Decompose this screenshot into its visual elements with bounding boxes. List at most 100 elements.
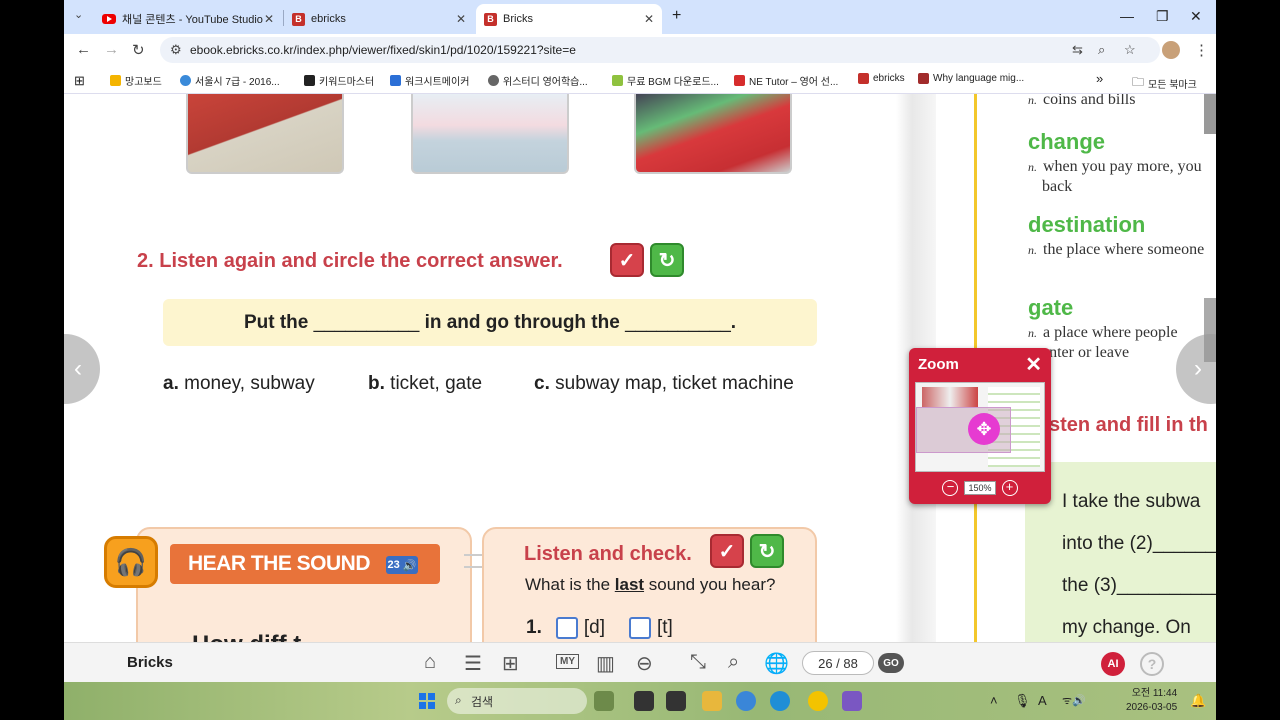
tab-search-icon[interactable]: ⌄ xyxy=(74,8,83,21)
move-icon[interactable]: ✥ xyxy=(968,413,1000,445)
translate-icon[interactable]: ⇆ xyxy=(1072,42,1083,58)
bookmark-icon xyxy=(110,75,121,86)
ime-icon[interactable]: A xyxy=(1038,693,1047,708)
windows-start-icon[interactable] xyxy=(419,693,435,709)
fit-screen-icon[interactable]: ⤡ xyxy=(690,651,706,674)
bookmark-item[interactable]: NE Tutor – 영어 선... xyxy=(734,73,838,88)
definition-change: n. when you pay more, you xyxy=(1028,158,1202,175)
audio-track-button[interactable]: 23 🔊 xyxy=(386,556,418,574)
vocab-word-change: change xyxy=(1028,129,1106,154)
reset-button[interactable]: ↻ xyxy=(750,534,784,568)
tab-bricks[interactable]: B Bricks ✕ xyxy=(476,4,662,34)
web-search-icon[interactable]: 🌐 xyxy=(764,651,789,676)
definition-gate-line2: enter or leave xyxy=(1042,344,1130,361)
taskbar-search[interactable]: ⌕ 검색 xyxy=(447,688,587,714)
zoom-minus-icon[interactable]: ⊖ xyxy=(636,651,653,676)
system-clock[interactable]: 오전 11:44 2026-03-05 xyxy=(1126,687,1177,715)
tab-youtube-studio[interactable]: 채널 콘텐츠 - YouTube Studio ✕ xyxy=(94,4,282,34)
listen-and-check-title: Listen and check. xyxy=(524,543,692,565)
page-number-input[interactable]: 26 / 88 xyxy=(802,651,874,675)
kakaotalk-icon[interactable] xyxy=(808,691,828,711)
notification-icon[interactable]: 🔔 xyxy=(1190,693,1206,709)
minimize-icon[interactable]: — xyxy=(1120,8,1134,24)
check-answer-button[interactable]: ✓ xyxy=(710,534,744,568)
checkbox-t[interactable] xyxy=(628,617,651,639)
windows-taskbar: ⌕ 검색 ˄ 🎙 A ᯤ🔊 오전 11:44 2026-03-05 🔔 xyxy=(64,682,1216,720)
ai-button[interactable]: AI xyxy=(1101,652,1125,676)
zoom-out-button[interactable]: − xyxy=(942,480,959,496)
list-menu-icon[interactable]: ☰ xyxy=(464,651,482,676)
reset-button[interactable]: ↻ xyxy=(650,243,684,277)
help-icon[interactable]: ? xyxy=(1140,652,1164,676)
address-bar[interactable]: ⚙ ebook.ebricks.co.kr/index.php/viewer/f… xyxy=(160,37,1160,63)
bookmark-item[interactable]: 무료 BGM 다운로드... xyxy=(612,73,719,88)
bookmarks-more[interactable]: » xyxy=(1096,71,1103,86)
bookmark-item[interactable]: 위스터디 영어학습... xyxy=(488,73,588,88)
headphones-icon[interactable]: 🎧 xyxy=(104,536,158,588)
close-icon[interactable]: ✕ xyxy=(456,12,466,26)
close-icon[interactable]: ✕ xyxy=(644,12,654,26)
bookmark-item[interactable]: 키워드마스터 xyxy=(304,73,374,88)
book-icon[interactable]: ▥ xyxy=(596,651,615,676)
new-tab-icon[interactable]: + xyxy=(672,7,681,25)
bookmark-item[interactable]: 서울시 7급 - 2016... xyxy=(180,73,280,88)
file-explorer-icon[interactable] xyxy=(702,691,722,711)
option-b[interactable]: b. ticket, gate xyxy=(368,373,482,395)
zoom-in-button[interactable]: + xyxy=(1001,480,1018,496)
thumbnail-content xyxy=(922,387,978,407)
tab-label: 채널 콘텐츠 - YouTube Studio xyxy=(122,14,263,26)
forward-icon[interactable]: → xyxy=(104,41,119,58)
chrome-icon[interactable] xyxy=(736,691,756,711)
profile-avatar[interactable] xyxy=(1162,41,1180,59)
last-sound-question: What is the last sound you hear? xyxy=(525,575,776,594)
app-icon[interactable] xyxy=(634,691,654,711)
item-1: 1. [d] [t] xyxy=(526,617,673,639)
app-icon[interactable] xyxy=(842,691,862,711)
zoom-panel[interactable]: Zoom ✕ ✥ − 150% + xyxy=(909,348,1051,504)
search-text-icon[interactable]: ⌕ xyxy=(728,651,739,674)
illustration-bus xyxy=(634,94,792,174)
close-icon[interactable]: ✕ xyxy=(264,12,274,26)
go-button[interactable]: GO xyxy=(878,653,904,673)
option-c[interactable]: c. subway map, ticket machine xyxy=(534,373,794,395)
vocab-word-gate: gate xyxy=(1028,295,1074,320)
bookmark-icon xyxy=(304,75,315,86)
tab-label: Bricks xyxy=(503,13,533,25)
bookmark-item[interactable]: Why language mig... xyxy=(918,73,1024,84)
bookmark-star-icon[interactable]: ☆ xyxy=(1124,42,1136,58)
close-icon[interactable]: ✕ xyxy=(1025,352,1042,377)
app-icon[interactable] xyxy=(594,691,614,711)
bookmark-icon xyxy=(918,73,929,84)
apps-grid-icon[interactable]: ⊞ xyxy=(74,73,85,89)
tab-ebricks[interactable]: B ebricks ✕ xyxy=(284,4,474,34)
window-close-icon[interactable]: ✕ xyxy=(1190,8,1202,25)
microphone-icon[interactable]: 🎙 xyxy=(1014,693,1031,709)
reload-icon[interactable]: ↻ xyxy=(132,41,145,59)
all-bookmarks[interactable]: 🗀 모든 북마크 xyxy=(1132,73,1197,94)
bookmark-item[interactable]: 망고보드 xyxy=(110,73,162,88)
back-icon[interactable]: ← xyxy=(76,41,91,58)
checkbox-d[interactable] xyxy=(555,617,578,639)
passage-line: the (3)__________ xyxy=(1062,575,1216,596)
zoom-page-icon[interactable]: ⌕ xyxy=(1098,42,1105,58)
bookmark-item[interactable]: 워크시트메이커 xyxy=(390,73,469,88)
grid-view-icon[interactable]: ⊞ xyxy=(502,651,519,676)
tray-chevron-icon[interactable]: ˄ xyxy=(990,693,998,708)
menu-icon[interactable]: ⋮ xyxy=(1194,41,1209,59)
zoom-level[interactable]: 150% xyxy=(964,481,996,495)
network-volume-icon[interactable]: ᯤ🔊 xyxy=(1062,693,1086,708)
question-sentence: Put the __________ in and go through the… xyxy=(163,299,817,346)
search-icon: ⌕ xyxy=(455,693,462,707)
zoom-thumbnail[interactable]: ✥ xyxy=(915,382,1045,472)
maximize-icon[interactable]: ❐ xyxy=(1156,8,1169,25)
bookmark-item[interactable]: ebricks xyxy=(858,73,905,84)
app-icon[interactable] xyxy=(666,691,686,711)
home-icon[interactable]: ⌂ xyxy=(424,651,436,674)
my-icon[interactable]: MY xyxy=(556,654,579,669)
site-info-icon[interactable]: ⚙ xyxy=(170,42,182,58)
ebook-viewer: 2. Listen again and circle the correct a… xyxy=(64,94,1216,642)
check-answer-button[interactable]: ✓ xyxy=(610,243,644,277)
option-a[interactable]: a. money, subway xyxy=(163,373,315,395)
edge-icon[interactable] xyxy=(770,691,790,711)
folder-icon: 🗀 xyxy=(1132,75,1145,89)
